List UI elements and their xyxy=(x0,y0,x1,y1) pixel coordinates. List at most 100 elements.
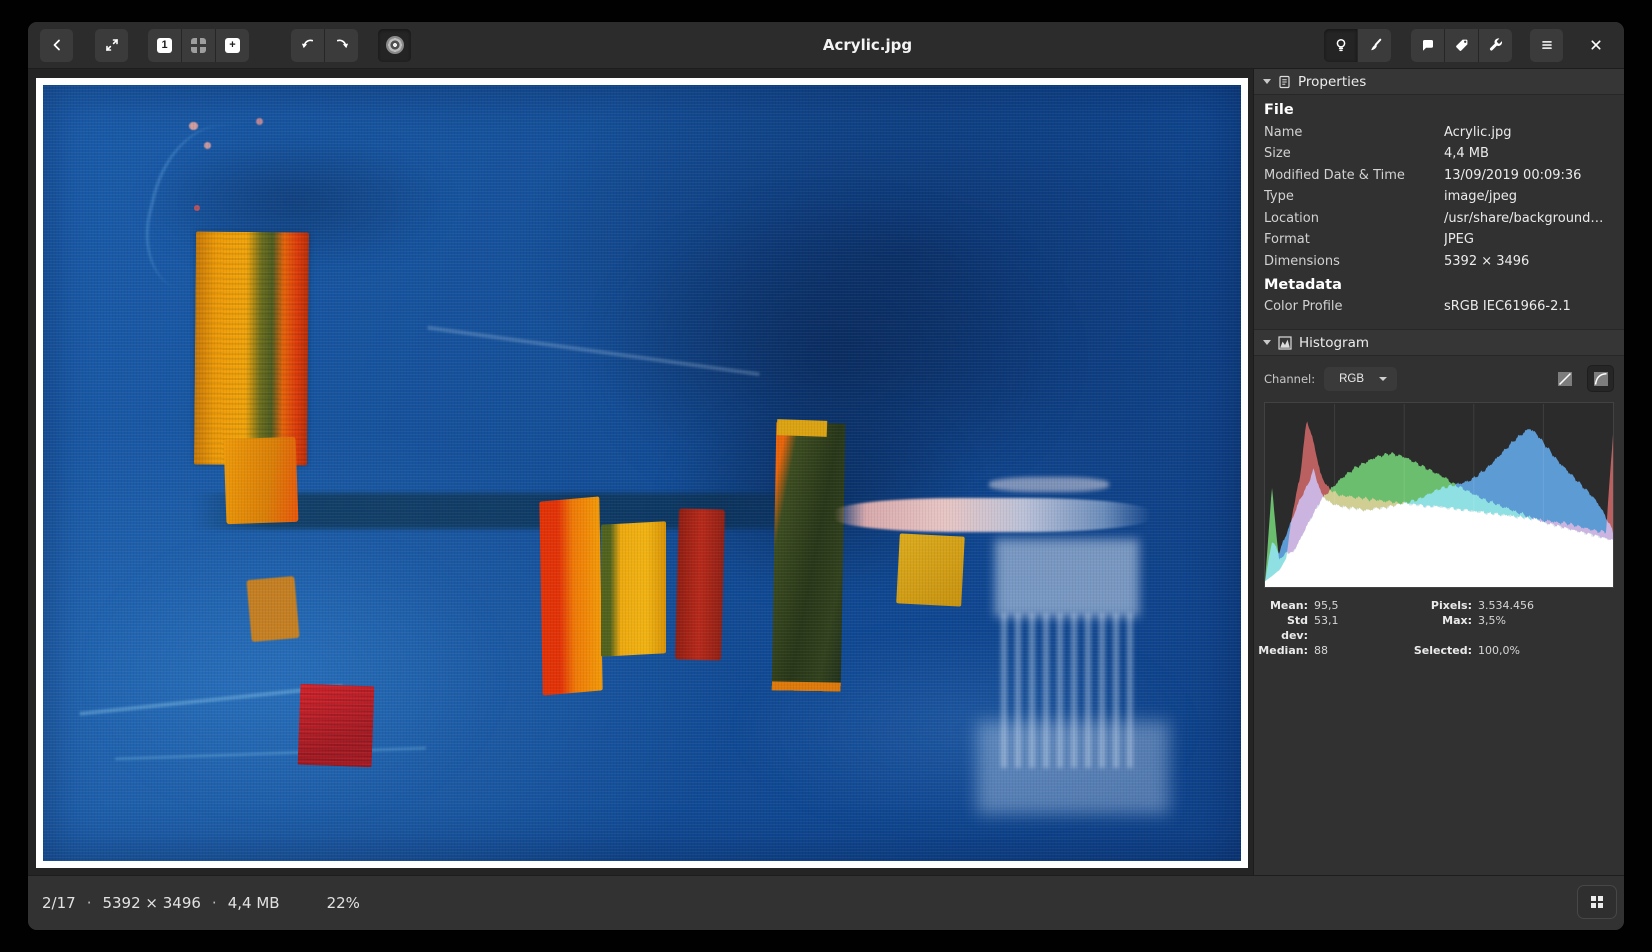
rotate-right-button[interactable] xyxy=(325,29,358,62)
paint-orange-blob xyxy=(246,576,299,642)
histogram-title: Histogram xyxy=(1299,335,1369,351)
fullscreen-icon xyxy=(104,37,120,53)
rotate-left-icon xyxy=(300,37,316,53)
rotate-left-button[interactable] xyxy=(291,29,324,62)
channel-value: RGB xyxy=(1339,373,1364,385)
menu-button[interactable] xyxy=(1530,29,1563,62)
logarithmic-histogram-icon xyxy=(1594,372,1608,386)
property-value: 5392 × 3496 xyxy=(1444,254,1614,271)
app-window: 1 + Acrylic.jpg xyxy=(28,22,1624,930)
status-separator: · xyxy=(87,894,92,912)
histogram-icon xyxy=(1278,336,1292,350)
chevron-down-icon xyxy=(1379,377,1387,381)
stat-label: Median: xyxy=(1258,643,1308,658)
rotate-right-icon xyxy=(334,37,350,53)
thumbnails-grid-button[interactable] xyxy=(1577,885,1617,919)
zoom-original-icon: 1 xyxy=(157,38,172,53)
edit-button[interactable] xyxy=(1358,29,1391,62)
effects-button[interactable] xyxy=(378,29,411,62)
paint-pink-dot xyxy=(189,122,197,130)
stat-value: 100,0% xyxy=(1472,643,1624,658)
histogram-panel xyxy=(1264,402,1614,588)
paintbrush-icon xyxy=(1367,37,1383,53)
property-value: 13/09/2019 00:09:36 xyxy=(1444,168,1614,185)
properties-icon xyxy=(1278,75,1291,89)
grid-icon xyxy=(1591,896,1603,908)
effects-disc-icon xyxy=(386,36,404,54)
property-label: Dimensions xyxy=(1264,254,1444,271)
tools-button[interactable] xyxy=(1479,29,1512,62)
image-canvas[interactable] xyxy=(43,85,1241,861)
stat-value: 3.534.456 xyxy=(1472,598,1624,613)
property-row: Dimensions5392 × 3496 xyxy=(1254,251,1624,273)
comment-button[interactable] xyxy=(1411,29,1444,62)
comment-icon xyxy=(1420,37,1436,53)
property-value: JPEG xyxy=(1444,232,1614,249)
linear-histogram-button[interactable] xyxy=(1551,365,1578,392)
paint-amber-stroke xyxy=(601,522,666,657)
main-content: Properties FileNameAcrylic.jpgSize4,4 MB… xyxy=(28,69,1624,875)
zoom-fit-button[interactable] xyxy=(182,29,215,62)
view-edit-button-group xyxy=(1324,29,1391,62)
histogram-header[interactable]: Histogram xyxy=(1254,329,1624,356)
tag-icon xyxy=(1454,37,1470,53)
stat-value: 95,5 xyxy=(1308,598,1368,613)
paint-red-fleck xyxy=(194,205,200,211)
properties-list: FileNameAcrylic.jpgSize4,4 MBModified Da… xyxy=(1254,95,1624,324)
zoom-in-icon: + xyxy=(225,38,240,53)
paint-pink-smear xyxy=(834,498,1151,532)
histogram-stats: Mean:95,5Pixels:3.534.456Std dev:53,1Max… xyxy=(1254,588,1624,658)
properties-toggle-button[interactable] xyxy=(1324,29,1357,62)
stat-value: 53,1 xyxy=(1308,613,1368,643)
property-value: image/jpeg xyxy=(1444,189,1614,206)
stat-label: Mean: xyxy=(1258,598,1308,613)
property-row: FormatJPEG xyxy=(1254,230,1624,252)
paint-yellow-tick xyxy=(777,419,828,436)
paint-olive-stroke xyxy=(771,423,845,693)
property-row: Color ProfilesRGB IEC61966-2.1 xyxy=(1254,297,1624,319)
property-row: Location/usr/share/background… xyxy=(1254,208,1624,230)
channel-dropdown[interactable]: RGB xyxy=(1324,367,1397,391)
property-label: Format xyxy=(1264,232,1444,249)
zoom-original-button[interactable]: 1 xyxy=(148,29,181,62)
disclosure-triangle-icon xyxy=(1263,340,1271,345)
property-label: Size xyxy=(1264,146,1444,163)
property-label: Color Profile xyxy=(1264,299,1444,316)
properties-title: Properties xyxy=(1298,74,1366,90)
paint-white-smear xyxy=(989,477,1109,493)
rotate-button-group xyxy=(291,29,358,62)
property-label: Type xyxy=(1264,189,1444,206)
property-value: 4,4 MB xyxy=(1444,146,1614,163)
logarithmic-histogram-button[interactable] xyxy=(1587,365,1614,392)
paint-white-streaks xyxy=(977,721,1169,814)
status-zoom-level: 22% xyxy=(327,894,360,912)
properties-header[interactable]: Properties xyxy=(1254,69,1624,95)
property-row: Size4,4 MB xyxy=(1254,144,1624,166)
properties-section-label: File xyxy=(1254,98,1624,122)
fullscreen-button[interactable] xyxy=(95,29,128,62)
paint-pink-dot xyxy=(256,118,263,125)
zoom-in-button[interactable]: + xyxy=(216,29,249,62)
status-separator: · xyxy=(212,894,217,912)
zoom-fit-icon xyxy=(191,38,206,53)
stat-label: Max: xyxy=(1368,613,1472,643)
tags-button[interactable] xyxy=(1445,29,1478,62)
status-file-size: 4,4 MB xyxy=(228,894,280,912)
paint-white-streaks xyxy=(995,539,1139,617)
property-label: Location xyxy=(1264,211,1444,228)
status-dimensions: 5392 × 3496 xyxy=(102,894,200,912)
back-button[interactable] xyxy=(40,29,73,62)
disclosure-triangle-icon xyxy=(1263,79,1271,84)
titlebar[interactable]: 1 + Acrylic.jpg xyxy=(28,22,1624,69)
property-value: sRGB IEC61966-2.1 xyxy=(1444,299,1614,316)
stat-label: Std dev: xyxy=(1258,613,1308,643)
paint-orange-stroke xyxy=(540,496,603,695)
property-row: Typeimage/jpeg xyxy=(1254,187,1624,209)
toolbar-left: 1 + xyxy=(40,29,411,62)
close-button[interactable] xyxy=(1579,29,1612,62)
stat-value: 3,5% xyxy=(1472,613,1624,643)
paint-orange-blob xyxy=(224,437,299,525)
stat-label: Selected: xyxy=(1368,643,1472,658)
histogram-channel-row: Channel: RGB xyxy=(1254,356,1624,400)
zoom-button-group: 1 + xyxy=(148,29,249,62)
